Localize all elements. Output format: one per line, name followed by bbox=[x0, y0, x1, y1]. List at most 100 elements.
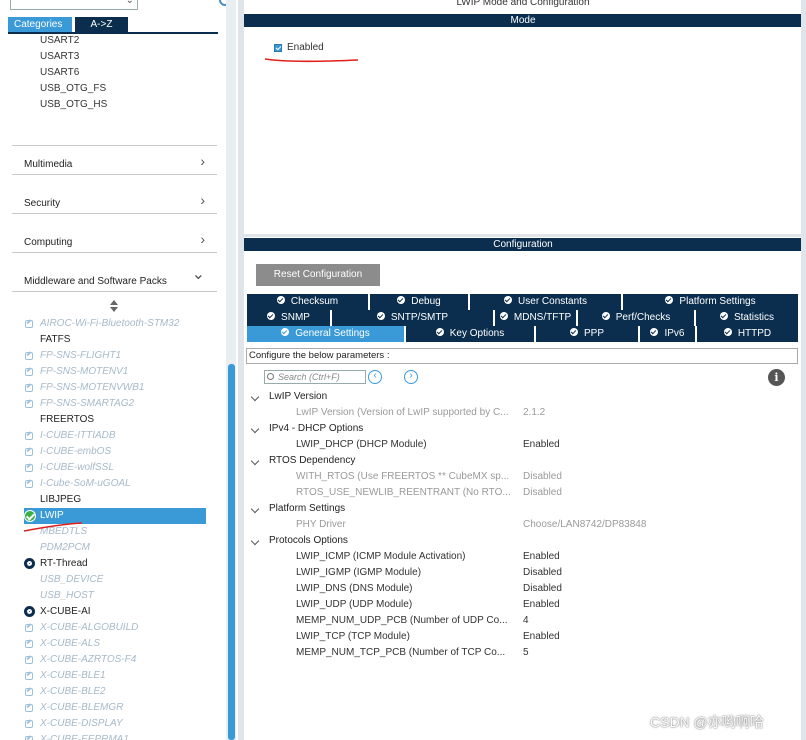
parameter-group[interactable]: Protocols Options bbox=[244, 533, 764, 549]
info-icon[interactable]: i bbox=[768, 369, 785, 386]
parameter-value[interactable]: Disabled bbox=[523, 565, 562, 581]
list-item[interactable]: X-CUBE-BLEMGR bbox=[24, 700, 206, 716]
chevron-right-icon[interactable]: › bbox=[200, 231, 205, 247]
list-item[interactable]: USART2 bbox=[40, 35, 79, 46]
tab-mdns-tftp[interactable]: MDNS/TFTP bbox=[495, 310, 577, 326]
list-item[interactable]: I-CUBE-ITTIADB bbox=[24, 428, 206, 444]
tab-ipv6[interactable]: IPv6 bbox=[640, 326, 696, 342]
list-item[interactable]: USB_DEVICE bbox=[24, 572, 206, 588]
list-item[interactable]: X-CUBE-BLE2 bbox=[24, 684, 206, 700]
list-item[interactable]: FP-SNS-FLIGHT1 bbox=[24, 348, 206, 364]
chevron-down-icon[interactable] bbox=[250, 456, 260, 466]
list-item[interactable]: LIBJPEG bbox=[24, 492, 206, 508]
tab-checksum[interactable]: Checksum bbox=[247, 294, 369, 310]
parameter-value[interactable]: Enabled bbox=[523, 437, 560, 453]
list-item-label: X-CUBE-BLE2 bbox=[40, 686, 106, 697]
parameter-value[interactable]: 2.1.2 bbox=[523, 405, 545, 421]
list-item[interactable]: I-CUBE-wolfSSL bbox=[24, 460, 206, 476]
category-section[interactable]: Middleware and Software Packs ⌄ bbox=[12, 262, 217, 292]
chevron-down-icon[interactable] bbox=[250, 424, 260, 434]
parameter-row[interactable]: LWIP_TCP (TCP Module) Enabled bbox=[244, 629, 764, 645]
list-item[interactable]: RT-Thread bbox=[24, 556, 206, 572]
parameter-row[interactable]: LWIP_ICMP (ICMP Module Activation) Enable… bbox=[244, 549, 764, 565]
parameter-row[interactable]: PHY Driver Choose/LAN8742/DP83848 bbox=[244, 517, 764, 533]
enabled-checkbox[interactable] bbox=[274, 44, 282, 52]
list-item[interactable]: I-Cube-SoM-uGOAL bbox=[24, 476, 206, 492]
list-item[interactable]: USART6 bbox=[40, 67, 79, 78]
chevron-down-icon[interactable] bbox=[250, 536, 260, 546]
parameter-value[interactable]: Disabled bbox=[523, 581, 562, 597]
category-search-input[interactable]: ⌄ bbox=[10, 0, 138, 10]
sort-icon[interactable] bbox=[109, 300, 119, 314]
list-item[interactable]: X-CUBE-AI bbox=[24, 604, 206, 620]
list-item[interactable]: FREERTOS bbox=[24, 412, 206, 428]
parameter-row[interactable]: WITH_RTOS (Use FREERTOS ** CubeMX sp... D… bbox=[244, 469, 764, 485]
parameter-value[interactable]: Choose/LAN8742/DP83848 bbox=[523, 517, 646, 533]
tab-statistics[interactable]: Statistics bbox=[696, 310, 799, 326]
parameter-row[interactable]: LwIP Version (Version of LwIP supported … bbox=[244, 405, 764, 421]
list-item[interactable]: USB_OTG_HS bbox=[40, 99, 107, 110]
tab-key-options[interactable]: Key Options bbox=[406, 326, 535, 342]
category-section[interactable]: Security › bbox=[12, 184, 217, 214]
parameter-value[interactable]: Disabled bbox=[523, 469, 562, 485]
list-item[interactable]: FATFS bbox=[24, 332, 206, 348]
list-item[interactable]: USB_OTG_FS bbox=[40, 83, 106, 94]
list-item[interactable]: USB_HOST bbox=[24, 588, 206, 604]
chevron-down-icon[interactable]: ⌄ bbox=[192, 264, 205, 284]
parameter-group[interactable]: Platform Settings bbox=[244, 501, 764, 517]
tab-debug[interactable]: Debug bbox=[370, 294, 469, 310]
parameter-row[interactable]: LWIP_UDP (UDP Module) Enabled bbox=[244, 597, 764, 613]
parameter-row[interactable]: LWIP_DNS (DNS Module) Disabled bbox=[244, 581, 764, 597]
chevron-right-icon[interactable]: › bbox=[200, 192, 205, 208]
list-item[interactable]: FP-SNS-SMARTAG2 bbox=[24, 396, 206, 412]
list-item[interactable]: X-CUBE-AZRTOS-F4 bbox=[24, 652, 206, 668]
parameter-row[interactable]: LWIP_DHCP (DHCP Module) Enabled bbox=[244, 437, 764, 453]
parameter-row[interactable]: MEMP_NUM_UDP_PCB (Number of UDP Co... 4 bbox=[244, 613, 764, 629]
tab-ppp[interactable]: PPP bbox=[536, 326, 639, 342]
list-item[interactable]: AIROC-Wi-Fi-Bluetooth-STM32 bbox=[24, 316, 206, 332]
parameter-group[interactable]: LwIP Version bbox=[244, 389, 764, 405]
list-item[interactable]: FP-SNS-MOTENV1 bbox=[24, 364, 206, 380]
chevron-down-icon[interactable] bbox=[250, 504, 260, 514]
list-item[interactable]: X-CUBE-DISPLAY bbox=[24, 716, 206, 732]
parameter-row[interactable]: RTOS_USE_NEWLIB_REENTRANT (No RTO... Disa… bbox=[244, 485, 764, 501]
tab-user-constants[interactable]: User Constants bbox=[470, 294, 622, 310]
category-section[interactable]: Computing › bbox=[12, 223, 217, 253]
list-item[interactable]: X-CUBE-ALGOBUILD bbox=[24, 620, 206, 636]
tab-platform-settings[interactable]: Platform Settings bbox=[623, 294, 799, 310]
next-match-icon[interactable]: › bbox=[404, 370, 418, 384]
list-item[interactable]: X-CUBE-BLE1 bbox=[24, 668, 206, 684]
tab-snmp[interactable]: SNMP bbox=[247, 310, 331, 326]
list-item[interactable]: PDM2PCM bbox=[24, 540, 206, 556]
parameter-group[interactable]: IPv4 - DHCP Options bbox=[244, 421, 764, 437]
tab-categories[interactable]: Categories bbox=[8, 17, 72, 32]
parameter-value[interactable]: Enabled bbox=[523, 549, 560, 565]
parameter-value[interactable]: Enabled bbox=[523, 629, 560, 645]
parameter-value[interactable]: Disabled bbox=[523, 485, 562, 501]
parameter-search-input[interactable]: Search (Ctrl+F) bbox=[264, 370, 366, 384]
category-section[interactable]: Multimedia › bbox=[12, 145, 217, 175]
parameter-row[interactable]: LWIP_IGMP (IGMP Module) Disabled bbox=[244, 565, 764, 581]
list-item[interactable]: FP-SNS-MOTENVWB1 bbox=[24, 380, 206, 396]
tab-a-z[interactable]: A->Z bbox=[75, 17, 128, 32]
list-item[interactable]: X-CUBE-ALS bbox=[24, 636, 206, 652]
tab-httpd[interactable]: HTTPD bbox=[697, 326, 799, 342]
tab-perf-checks[interactable]: Perf/Checks bbox=[578, 310, 695, 326]
parameter-value[interactable]: Enabled bbox=[523, 597, 560, 613]
splitter[interactable] bbox=[244, 234, 802, 237]
tab-sntp-smtp[interactable]: SNTP/SMTP bbox=[332, 310, 494, 326]
parameter-row[interactable]: MEMP_NUM_TCP_PCB (Number of TCP Co... 5 bbox=[244, 645, 764, 661]
reset-configuration-button[interactable]: Reset Configuration bbox=[256, 264, 380, 286]
left-scrollbar-thumb[interactable] bbox=[228, 364, 235, 740]
parameter-value[interactable]: 5 bbox=[523, 645, 529, 661]
list-item[interactable]: USART3 bbox=[40, 51, 79, 62]
tab-general-settings[interactable]: General Settings bbox=[247, 326, 405, 342]
list-item[interactable]: X-CUBE-EEPRMA1 bbox=[24, 732, 206, 740]
chevron-down-icon[interactable] bbox=[250, 392, 260, 402]
chevron-right-icon[interactable]: › bbox=[200, 153, 205, 169]
list-item[interactable]: I-CUBE-embOS bbox=[24, 444, 206, 460]
previous-match-icon[interactable]: ‹ bbox=[368, 370, 382, 384]
chevron-down-icon[interactable]: ⌄ bbox=[126, 0, 134, 6]
parameter-value[interactable]: 4 bbox=[523, 613, 529, 629]
parameter-group[interactable]: RTOS Dependency bbox=[244, 453, 764, 469]
